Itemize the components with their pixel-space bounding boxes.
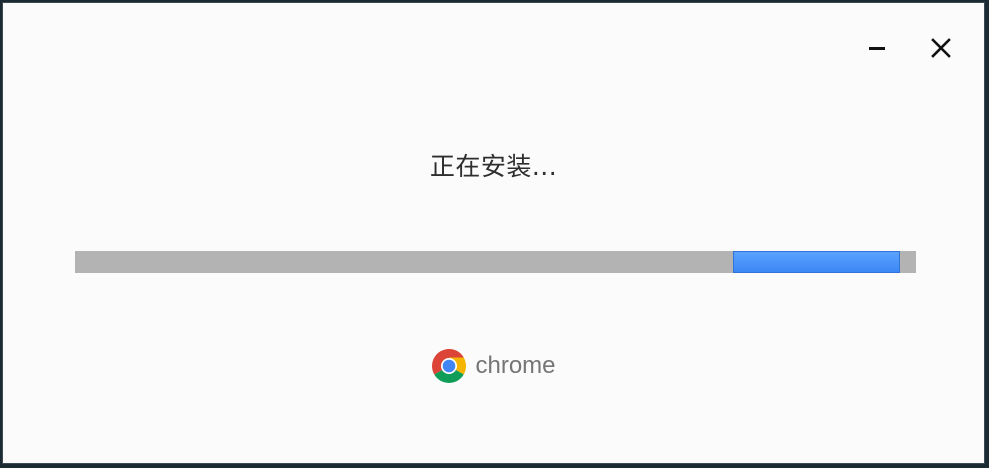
install-status-text: 正在安装...: [429, 152, 558, 181]
close-icon: [931, 38, 951, 58]
minimize-icon: [869, 47, 885, 50]
brand-name: chrome: [475, 352, 556, 379]
progress-indicator: [733, 251, 900, 273]
chrome-logo-icon: [432, 349, 467, 383]
window-controls: [860, 31, 958, 65]
installer-window: 正在安装... chrome: [2, 2, 985, 464]
install-progress-bar: [75, 251, 916, 273]
close-button[interactable]: [924, 31, 958, 65]
brand-logo: chrome: [3, 348, 984, 384]
minimize-button[interactable]: [860, 31, 894, 65]
